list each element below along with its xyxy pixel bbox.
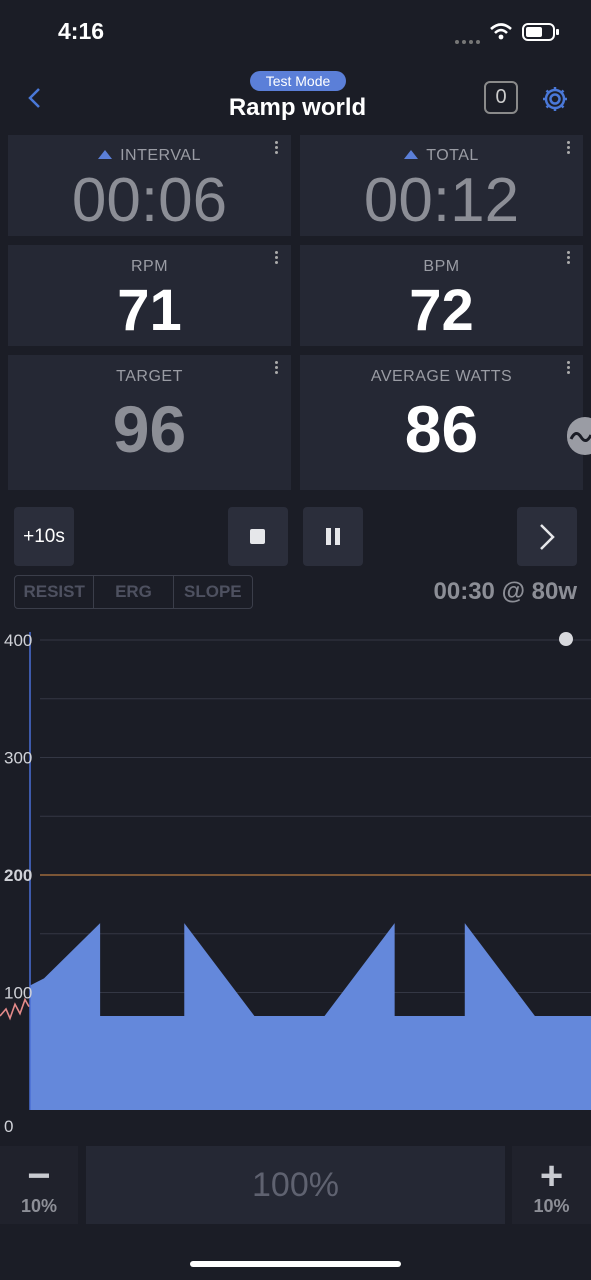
chevron-right-icon	[540, 524, 555, 550]
power-chart[interactable]: 400 300 200 100 0	[0, 620, 591, 1140]
next-segment-button[interactable]	[517, 507, 577, 566]
bpm-tile: BPM 72	[300, 245, 583, 346]
rpm-value: 71	[117, 278, 182, 343]
pause-button[interactable]	[303, 507, 363, 566]
total-tile: TOTAL 00:12	[300, 135, 583, 236]
interval-label: INTERVAL	[120, 147, 201, 164]
chart-y-tick-label: 400	[4, 631, 32, 650]
next-segment-info: 00:30 @ 80w	[433, 578, 577, 605]
lap-counter[interactable]: 0	[484, 81, 518, 114]
target-label: TARGET	[116, 368, 183, 385]
stop-button[interactable]	[228, 507, 288, 566]
status-time: 4:16	[58, 18, 105, 44]
minus-icon: −	[27, 1154, 51, 1198]
interval-up-icon	[98, 150, 113, 159]
chart-y-tick-label: 300	[4, 749, 32, 768]
rpm-label: RPM	[130, 258, 169, 275]
total-label: TOTAL	[426, 147, 479, 164]
total-menu-icon[interactable]	[567, 141, 571, 156]
intensity-display: 100%	[86, 1146, 505, 1224]
average-watts-value: 86	[404, 392, 479, 466]
bpm-value: 72	[409, 278, 474, 343]
stop-icon	[250, 529, 265, 544]
bpm-menu-icon[interactable]	[567, 251, 571, 266]
target-value: 96	[112, 392, 187, 466]
mode-slope[interactable]: SLOPE	[174, 576, 252, 608]
target-menu-icon[interactable]	[275, 361, 279, 376]
chart-y-tick-label: 200	[4, 866, 32, 885]
average-watts-tile: AVERAGE WATTS 86	[300, 355, 583, 490]
chart-y-tick-label: 100	[4, 984, 32, 1003]
average-watts-label: AVERAGE WATTS	[370, 368, 513, 385]
total-value: 00:12	[363, 166, 520, 235]
plus-icon: +	[539, 1154, 564, 1198]
rpm-tile: RPM 71	[8, 245, 291, 346]
decrease-intensity-button[interactable]: − 10%	[0, 1146, 78, 1224]
signal-dots-icon	[455, 31, 483, 44]
mode-selector[interactable]: RESIST ERG SLOPE	[14, 575, 253, 609]
intensity-value: 100%	[252, 1166, 339, 1204]
increase-step: 10%	[533, 1196, 570, 1216]
chart-y-tick-label: 0	[4, 1117, 13, 1136]
interval-menu-icon[interactable]	[275, 141, 279, 156]
bpm-label: BPM	[423, 258, 460, 275]
interval-tile: INTERVAL 00:06	[8, 135, 291, 236]
chart-end-marker	[559, 632, 573, 646]
total-up-icon	[404, 150, 419, 159]
mode-erg[interactable]: ERG	[94, 576, 174, 608]
test-mode-badge: Test Mode	[250, 71, 346, 91]
wifi-icon	[490, 23, 512, 40]
chart-power-area	[30, 923, 591, 1110]
rpm-menu-icon[interactable]	[275, 251, 279, 266]
battery-icon	[522, 23, 559, 41]
target-tile: TARGET 96	[8, 355, 291, 490]
interval-value: 00:06	[71, 166, 228, 235]
mode-resist[interactable]: RESIST	[15, 576, 95, 608]
gear-icon[interactable]	[540, 84, 570, 114]
average-watts-menu-icon[interactable]	[567, 361, 571, 376]
decrease-step: 10%	[20, 1196, 58, 1216]
increase-intensity-button[interactable]: + 10%	[512, 1146, 591, 1224]
add-10s-button[interactable]: +10s	[14, 507, 74, 566]
home-indicator[interactable]	[190, 1261, 401, 1267]
wave-icon[interactable]	[567, 417, 591, 455]
